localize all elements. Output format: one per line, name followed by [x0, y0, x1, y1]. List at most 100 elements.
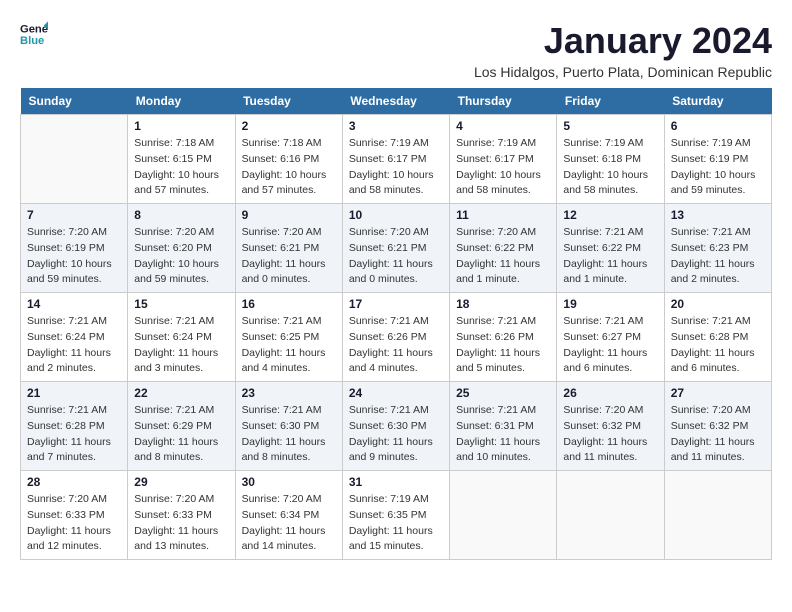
day-info: Sunrise: 7:21 AMSunset: 6:24 PMDaylight:… — [27, 314, 121, 377]
page-header: General Blue January 2024 Los Hidalgos, … — [20, 20, 772, 80]
calendar-cell: 18 Sunrise: 7:21 AMSunset: 6:26 PMDayligh… — [450, 293, 557, 382]
day-info: Sunrise: 7:21 AMSunset: 6:26 PMDaylight:… — [349, 314, 443, 377]
day-info: Sunrise: 7:21 AMSunset: 6:30 PMDaylight:… — [349, 403, 443, 466]
calendar-cell: 7Sunrise: 7:20 AMSunset: 6:19 PMDaylight… — [21, 204, 128, 293]
calendar-cell: 20 Sunrise: 7:21 AMSunset: 6:28 PMDayligh… — [664, 293, 771, 382]
calendar-cell: 6Sunrise: 7:19 AMSunset: 6:19 PMDaylight… — [664, 115, 771, 204]
calendar-cell: 12 Sunrise: 7:21 AMSunset: 6:22 PMDayligh… — [557, 204, 664, 293]
day-number: 22 — [134, 386, 228, 400]
day-info: Sunrise: 7:21 AMSunset: 6:27 PMDaylight:… — [563, 314, 657, 377]
day-number: 26 — [563, 386, 657, 400]
calendar-cell: 13Sunrise: 7:21 AMSunset: 6:23 PMDayligh… — [664, 204, 771, 293]
day-number: 8 — [134, 208, 228, 222]
calendar-cell: 29Sunrise: 7:20 AMSunset: 6:33 PMDayligh… — [128, 471, 235, 560]
day-info: Sunrise: 7:20 AMSunset: 6:32 PMDaylight:… — [563, 403, 657, 466]
calendar-cell: 2Sunrise: 7:18 AMSunset: 6:16 PMDaylight… — [235, 115, 342, 204]
day-number: 19 — [563, 297, 657, 311]
day-number: 7 — [27, 208, 121, 222]
day-number: 20 — [671, 297, 765, 311]
day-info: Sunrise: 7:20 AMSunset: 6:20 PMDaylight:… — [134, 225, 228, 288]
day-info: Sunrise: 7:20 AMSunset: 6:34 PMDaylight:… — [242, 492, 336, 555]
calendar-cell: 11Sunrise: 7:20 AMSunset: 6:22 PMDayligh… — [450, 204, 557, 293]
day-number: 14 — [27, 297, 121, 311]
day-number: 11 — [456, 208, 550, 222]
day-info: Sunrise: 7:21 AMSunset: 6:23 PMDaylight:… — [671, 225, 765, 288]
calendar-week-row: 21Sunrise: 7:21 AMSunset: 6:28 PMDayligh… — [21, 382, 772, 471]
day-number: 28 — [27, 475, 121, 489]
calendar-cell: 9 Sunrise: 7:20 AMSunset: 6:21 PMDaylight… — [235, 204, 342, 293]
calendar-header-row: SundayMondayTuesdayWednesdayThursdayFrid… — [21, 88, 772, 115]
calendar-week-row: 7Sunrise: 7:20 AMSunset: 6:19 PMDaylight… — [21, 204, 772, 293]
day-info: Sunrise: 7:21 AMSunset: 6:28 PMDaylight:… — [671, 314, 765, 377]
day-header-friday: Friday — [557, 88, 664, 115]
title-block: January 2024 Los Hidalgos, Puerto Plata,… — [474, 20, 772, 80]
calendar-cell: 19 Sunrise: 7:21 AMSunset: 6:27 PMDayligh… — [557, 293, 664, 382]
calendar-week-row: 28 Sunrise: 7:20 AMSunset: 6:33 PMDayligh… — [21, 471, 772, 560]
calendar-cell — [664, 471, 771, 560]
day-info: Sunrise: 7:21 AMSunset: 6:26 PMDaylight:… — [456, 314, 550, 377]
day-info: Sunrise: 7:19 AMSunset: 6:35 PMDaylight:… — [349, 492, 443, 555]
calendar-cell: 17Sunrise: 7:21 AMSunset: 6:26 PMDayligh… — [342, 293, 449, 382]
calendar-cell: 28 Sunrise: 7:20 AMSunset: 6:33 PMDayligh… — [21, 471, 128, 560]
day-info: Sunrise: 7:21 AMSunset: 6:28 PMDaylight:… — [27, 403, 121, 466]
day-number: 24 — [349, 386, 443, 400]
calendar-week-row: 1 Sunrise: 7:18 AMSunset: 6:15 PMDaylight… — [21, 115, 772, 204]
day-header-sunday: Sunday — [21, 88, 128, 115]
day-info: Sunrise: 7:19 AMSunset: 6:19 PMDaylight:… — [671, 136, 765, 199]
day-header-saturday: Saturday — [664, 88, 771, 115]
day-number: 29 — [134, 475, 228, 489]
day-number: 12 — [563, 208, 657, 222]
calendar-cell: 15 Sunrise: 7:21 AMSunset: 6:24 PMDayligh… — [128, 293, 235, 382]
day-header-monday: Monday — [128, 88, 235, 115]
day-number: 30 — [242, 475, 336, 489]
day-info: Sunrise: 7:21 AMSunset: 6:29 PMDaylight:… — [134, 403, 228, 466]
day-info: Sunrise: 7:20 AMSunset: 6:21 PMDaylight:… — [242, 225, 336, 288]
calendar-cell — [557, 471, 664, 560]
day-info: Sunrise: 7:18 AMSunset: 6:16 PMDaylight:… — [242, 136, 336, 199]
calendar-cell: 14 Sunrise: 7:21 AMSunset: 6:24 PMDayligh… — [21, 293, 128, 382]
calendar-week-row: 14 Sunrise: 7:21 AMSunset: 6:24 PMDayligh… — [21, 293, 772, 382]
calendar-cell — [21, 115, 128, 204]
calendar-cell: 21Sunrise: 7:21 AMSunset: 6:28 PMDayligh… — [21, 382, 128, 471]
calendar-cell: 8 Sunrise: 7:20 AMSunset: 6:20 PMDaylight… — [128, 204, 235, 293]
day-info: Sunrise: 7:20 AMSunset: 6:33 PMDaylight:… — [27, 492, 121, 555]
day-number: 9 — [242, 208, 336, 222]
day-number: 5 — [563, 119, 657, 133]
day-header-thursday: Thursday — [450, 88, 557, 115]
day-number: 4 — [456, 119, 550, 133]
calendar-table: SundayMondayTuesdayWednesdayThursdayFrid… — [20, 88, 772, 560]
calendar-cell: 23 Sunrise: 7:21 AMSunset: 6:30 PMDayligh… — [235, 382, 342, 471]
calendar-cell: 16Sunrise: 7:21 AMSunset: 6:25 PMDayligh… — [235, 293, 342, 382]
day-info: Sunrise: 7:18 AMSunset: 6:15 PMDaylight:… — [134, 136, 228, 199]
day-info: Sunrise: 7:21 AMSunset: 6:22 PMDaylight:… — [563, 225, 657, 288]
day-number: 1 — [134, 119, 228, 133]
day-info: Sunrise: 7:21 AMSunset: 6:24 PMDaylight:… — [134, 314, 228, 377]
location-subtitle: Los Hidalgos, Puerto Plata, Dominican Re… — [474, 64, 772, 80]
calendar-cell: 25 Sunrise: 7:21 AMSunset: 6:31 PMDayligh… — [450, 382, 557, 471]
day-number: 18 — [456, 297, 550, 311]
day-number: 15 — [134, 297, 228, 311]
calendar-cell: 26 Sunrise: 7:20 AMSunset: 6:32 PMDayligh… — [557, 382, 664, 471]
day-number: 10 — [349, 208, 443, 222]
day-number: 27 — [671, 386, 765, 400]
logo: General Blue — [20, 20, 48, 48]
svg-text:General: General — [20, 24, 48, 36]
day-info: Sunrise: 7:21 AMSunset: 6:31 PMDaylight:… — [456, 403, 550, 466]
day-info: Sunrise: 7:19 AMSunset: 6:17 PMDaylight:… — [349, 136, 443, 199]
day-number: 16 — [242, 297, 336, 311]
logo-icon: General Blue — [20, 20, 48, 48]
calendar-cell: 24 Sunrise: 7:21 AMSunset: 6:30 PMDayligh… — [342, 382, 449, 471]
svg-text:Blue: Blue — [20, 35, 44, 47]
month-title: January 2024 — [474, 20, 772, 62]
day-info: Sunrise: 7:20 AMSunset: 6:21 PMDaylight:… — [349, 225, 443, 288]
day-number: 25 — [456, 386, 550, 400]
calendar-cell: 3 Sunrise: 7:19 AMSunset: 6:17 PMDaylight… — [342, 115, 449, 204]
day-header-wednesday: Wednesday — [342, 88, 449, 115]
day-number: 23 — [242, 386, 336, 400]
day-number: 31 — [349, 475, 443, 489]
day-number: 3 — [349, 119, 443, 133]
calendar-cell: 1 Sunrise: 7:18 AMSunset: 6:15 PMDaylight… — [128, 115, 235, 204]
calendar-cell: 30 Sunrise: 7:20 AMSunset: 6:34 PMDayligh… — [235, 471, 342, 560]
day-info: Sunrise: 7:21 AMSunset: 6:30 PMDaylight:… — [242, 403, 336, 466]
calendar-cell — [450, 471, 557, 560]
